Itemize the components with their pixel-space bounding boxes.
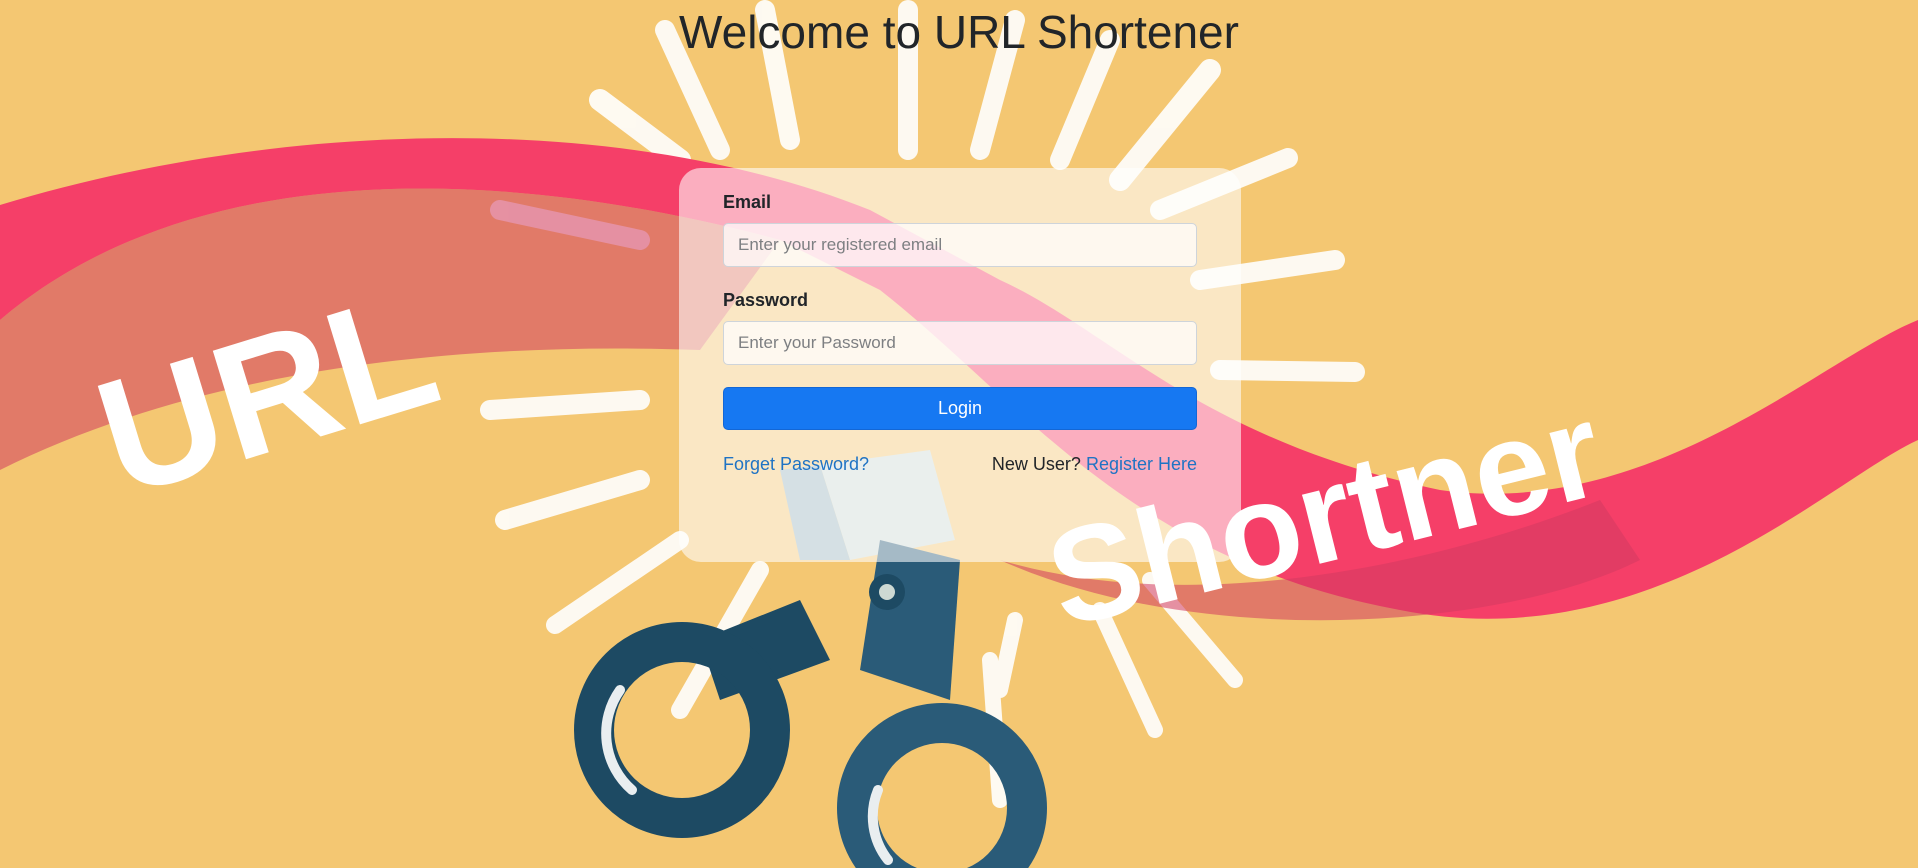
login-card: Email Password Login Forget Password? Ne… (679, 168, 1241, 562)
new-user-text: New User? (991, 454, 1081, 474)
login-button[interactable]: Login (723, 387, 1197, 430)
email-input[interactable] (723, 223, 1197, 267)
form-links-row: Forget Password? New User? Register Here (723, 454, 1197, 475)
password-label: Password (723, 290, 809, 310)
forgot-password-link[interactable]: Forget Password? (723, 454, 869, 475)
page-title: Welcome to URL Shortener (679, 6, 1239, 58)
register-link[interactable]: Register Here (1086, 454, 1197, 474)
password-input[interactable] (723, 321, 1197, 365)
new-user-prompt: New User? Register Here (992, 454, 1197, 475)
email-label: Email (723, 192, 772, 212)
